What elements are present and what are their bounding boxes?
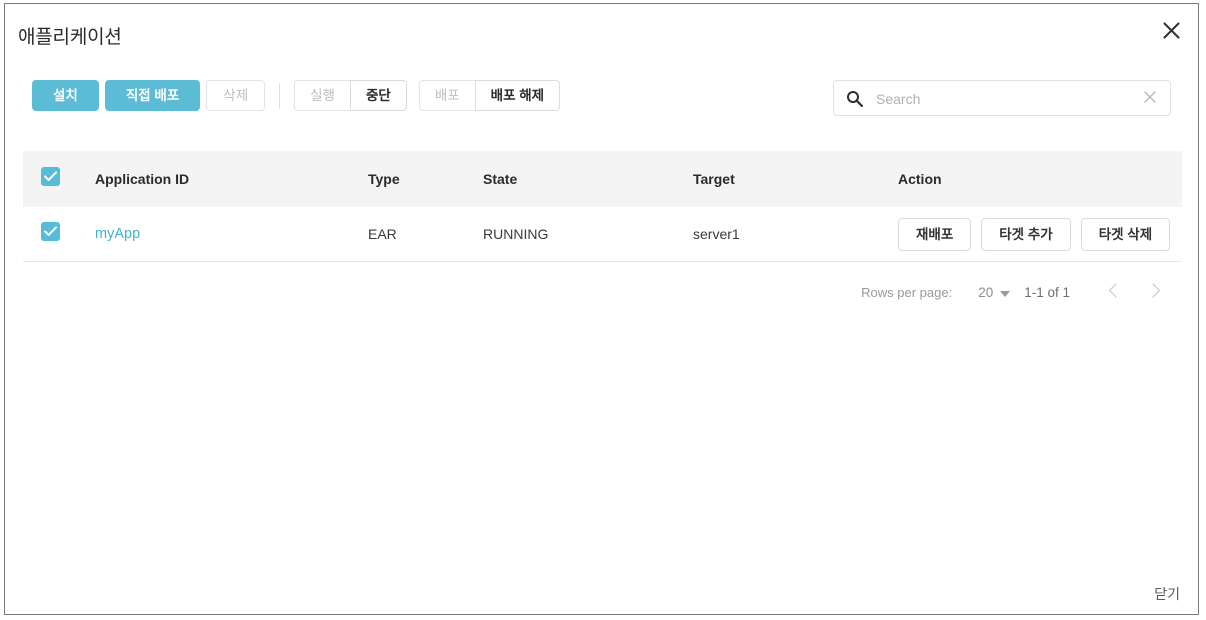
cell-action: 재배포 타겟 추가 타겟 삭제 [898,217,1182,251]
column-header-appid: Application ID [95,171,190,187]
redeploy-button[interactable]: 재배포 [898,217,972,251]
dialog-title-bar: 애플리케이션 [5,4,1198,66]
deploy-button[interactable]: 배포 [418,80,475,111]
column-header-state: State [483,171,518,187]
cell-target: server1 [693,226,740,242]
search-icon [846,90,864,112]
close-icon[interactable] [1156,16,1186,46]
search-box [833,80,1171,117]
rows-per-page-select[interactable]: 20 [978,285,993,300]
row-action-buttons: 재배포 타겟 추가 타겟 삭제 [898,217,1182,251]
rows-per-page-label: Rows per page: [861,285,953,300]
select-all-cell [23,167,95,191]
column-header-type: Type [368,171,400,187]
toolbar-button-group: 설치 직접 배포 삭제 실행 중단 배포 배포 해제 [32,80,561,111]
toolbar-divider [279,82,281,109]
chevron-left-icon[interactable] [1100,282,1124,303]
application-id-link[interactable]: myApp [95,226,368,242]
install-button[interactable]: 설치 [32,80,99,111]
chevron-right-icon[interactable] [1144,282,1168,303]
column-header-target: Target [693,171,735,187]
direct-deploy-button[interactable]: 직접 배포 [104,80,201,111]
pagination: Rows per page: 20 1-1 of 1 [861,282,1168,303]
deploy-segment-group: 배포 배포 해제 [418,80,561,111]
lifecycle-segment-group: 실행 중단 [294,80,407,111]
footer-close-button[interactable]: 닫기 [1154,584,1180,604]
add-target-button[interactable]: 타겟 추가 [981,217,1071,251]
application-dialog: 애플리케이션 설치 직접 배포 삭제 실행 중단 배포 배포 해제 Search… [4,3,1199,615]
start-button[interactable]: 실행 [294,80,350,111]
delete-button[interactable]: 삭제 [206,80,266,111]
search-clear-icon[interactable] [1142,89,1160,107]
select-all-checkbox[interactable] [41,167,60,186]
undeploy-button[interactable]: 배포 해제 [474,80,561,111]
search-input[interactable] [874,81,1138,117]
row-select-cell [23,222,95,246]
cell-state: RUNNING [483,226,549,242]
page-range-label: 1-1 of 1 [1024,285,1070,300]
chevron-down-icon[interactable] [1000,285,1011,300]
delete-target-button[interactable]: 타겟 삭제 [1080,217,1171,251]
table-header-row: Application ID Type State Target Action [23,151,1182,207]
table-row: myApp EAR RUNNING server1 재배포 타겟 추가 타겟 삭… [23,207,1182,262]
toolbar: 설치 직접 배포 삭제 실행 중단 배포 배포 해제 [5,66,1198,128]
row-checkbox[interactable] [41,222,60,241]
column-header-action: Action [898,171,942,187]
applications-table: Application ID Type State Target Action … [23,151,1182,262]
stop-button[interactable]: 중단 [349,80,407,111]
cell-type: EAR [368,226,397,242]
page-title: 애플리케이션 [18,27,122,48]
